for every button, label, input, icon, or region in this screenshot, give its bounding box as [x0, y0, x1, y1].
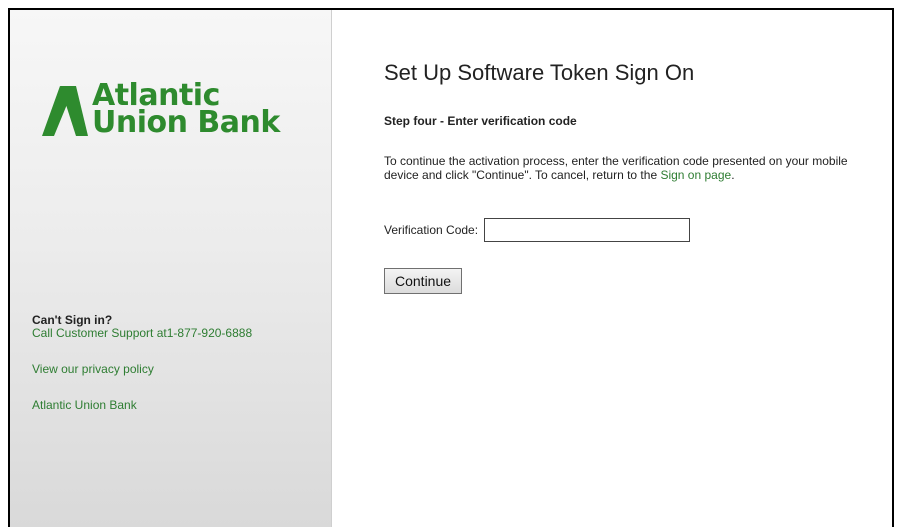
bank-logo-wordmark: Atlantic Union Bank: [92, 81, 280, 140]
instructions-body: To continue the activation process, ente…: [384, 154, 848, 182]
main-content: Set Up Software Token Sign On Step four …: [332, 10, 892, 527]
verification-code-row: Verification Code:: [384, 218, 691, 242]
bank-logo: Atlantic Union Bank: [42, 81, 280, 140]
instructions-end: .: [731, 168, 735, 182]
bank-logo-line2: Union Bank: [92, 105, 280, 140]
sidebar-help: Can't Sign in? Call Customer Support at1…: [32, 314, 253, 413]
instructions-text: To continue the activation process, ente…: [384, 154, 864, 182]
verification-code-input[interactable]: [484, 218, 691, 242]
sign-on-page-link[interactable]: Sign on page: [660, 168, 731, 182]
page-frame: Atlantic Union Bank Can't Sign in? Call …: [8, 8, 894, 527]
sidebar: Atlantic Union Bank Can't Sign in? Call …: [10, 10, 332, 527]
privacy-policy-link[interactable]: View our privacy policy: [32, 362, 252, 376]
bank-logo-icon: [42, 86, 88, 136]
page-title: Set Up Software Token Sign On: [384, 60, 695, 85]
atlantic-union-bank-link[interactable]: Atlantic Union Bank: [32, 398, 252, 412]
step-heading: Step four - Enter verification code: [384, 114, 577, 128]
continue-button[interactable]: Continue: [384, 268, 463, 294]
verification-code-label: Verification Code:: [384, 223, 479, 237]
customer-support-text: Call Customer Support at1-877-920-6888: [32, 326, 253, 340]
